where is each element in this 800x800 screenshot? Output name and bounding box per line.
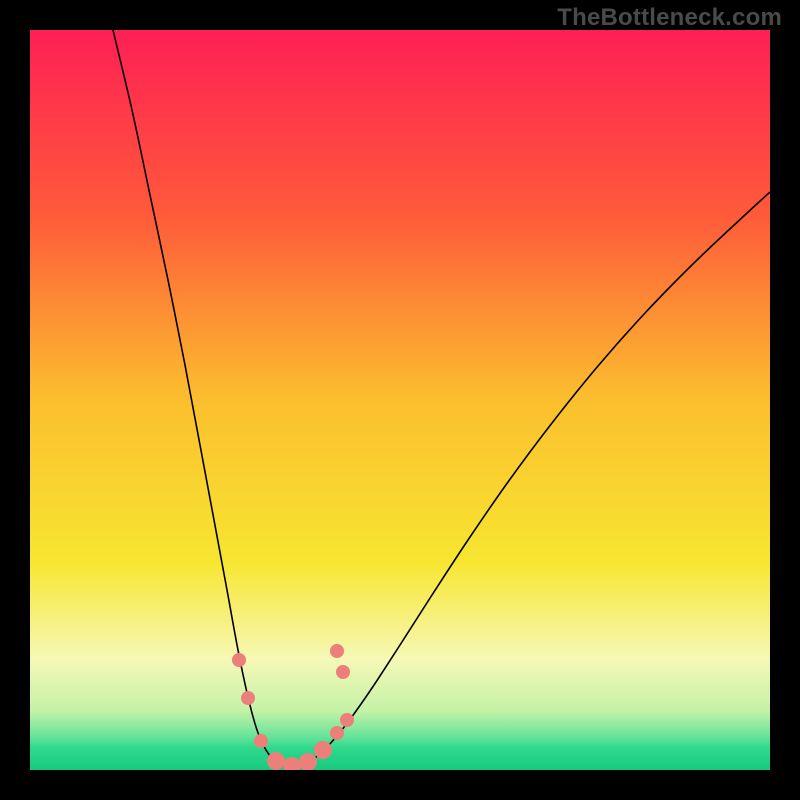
plot-area — [30, 30, 770, 770]
chart-container: TheBottleneck.com — [0, 0, 800, 800]
data-marker — [241, 691, 255, 705]
data-marker — [340, 713, 354, 727]
gradient-background — [30, 30, 770, 770]
data-marker — [232, 653, 246, 667]
data-marker — [267, 752, 285, 770]
data-marker — [336, 665, 350, 679]
watermark-text: TheBottleneck.com — [557, 4, 782, 32]
data-marker — [330, 644, 344, 658]
data-marker — [314, 741, 332, 759]
bottleneck-chart — [30, 30, 770, 770]
data-marker — [254, 734, 268, 748]
data-marker — [330, 726, 344, 740]
